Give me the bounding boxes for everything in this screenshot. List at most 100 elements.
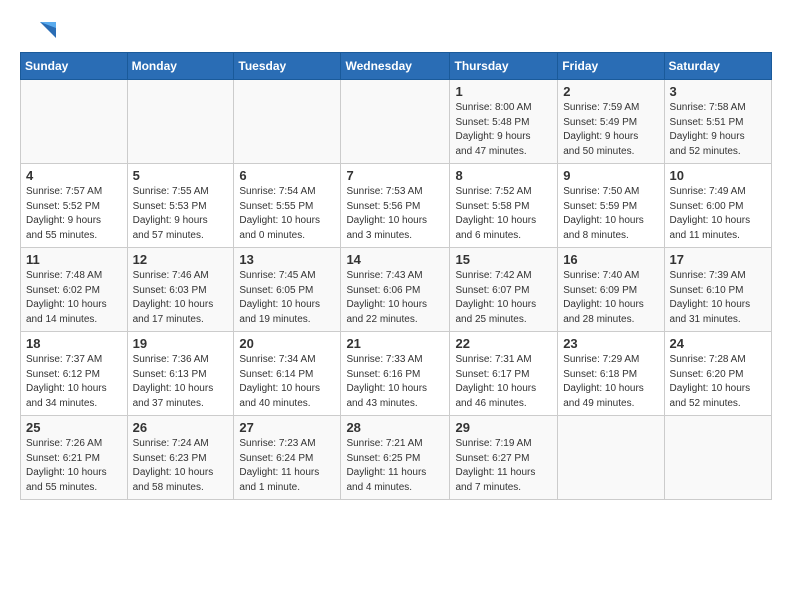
- calendar-cell: 23 Sunrise: 7:29 AMSunset: 6:18 PMDayligh…: [558, 332, 664, 416]
- calendar-cell: 8 Sunrise: 7:52 AMSunset: 5:58 PMDaylight…: [450, 164, 558, 248]
- calendar-week-row: 4 Sunrise: 7:57 AMSunset: 5:52 PMDaylight…: [21, 164, 772, 248]
- day-number: 10: [670, 168, 766, 183]
- calendar-cell: 13 Sunrise: 7:45 AMSunset: 6:05 PMDayligh…: [234, 248, 341, 332]
- day-number: 28: [346, 420, 444, 435]
- calendar-cell: 4 Sunrise: 7:57 AMSunset: 5:52 PMDaylight…: [21, 164, 128, 248]
- day-number: 8: [455, 168, 552, 183]
- calendar-cell: [234, 80, 341, 164]
- day-number: 24: [670, 336, 766, 351]
- day-info: Sunrise: 7:42 AMSunset: 6:07 PMDaylight:…: [455, 269, 552, 327]
- calendar-cell: [558, 416, 664, 500]
- day-number: 13: [239, 252, 335, 267]
- calendar-cell: 2Sunrise: 7:59 AMSunset: 5:49 PMDaylight…: [558, 80, 664, 164]
- day-number: 22: [455, 336, 552, 351]
- calendar-cell: 5 Sunrise: 7:55 AMSunset: 5:53 PMDaylight…: [127, 164, 234, 248]
- day-number: 27: [239, 420, 335, 435]
- calendar-cell: 1 Sunrise: 8:00 AMSunset: 5:48 PMDaylight…: [450, 80, 558, 164]
- day-number: 12: [133, 252, 229, 267]
- calendar-week-row: 11 Sunrise: 7:48 AMSunset: 6:02 PMDayligh…: [21, 248, 772, 332]
- calendar-cell: 14 Sunrise: 7:43 AMSunset: 6:06 PMDayligh…: [341, 248, 450, 332]
- day-info: Sunrise: 7:23 AMSunset: 6:24 PMDaylight:…: [239, 437, 335, 495]
- day-info: Sunrise: 7:48 AMSunset: 6:02 PMDaylight:…: [26, 269, 122, 327]
- day-info: Sunrise: 7:29 AMSunset: 6:18 PMDaylight:…: [563, 353, 658, 411]
- col-header-saturday: Saturday: [664, 53, 771, 80]
- calendar-cell: 3Sunrise: 7:58 AMSunset: 5:51 PMDaylight…: [664, 80, 771, 164]
- day-info: Sunrise: 7:39 AMSunset: 6:10 PMDaylight:…: [670, 269, 766, 327]
- calendar-cell: 11 Sunrise: 7:48 AMSunset: 6:02 PMDayligh…: [21, 248, 128, 332]
- calendar-cell: 9 Sunrise: 7:50 AMSunset: 5:59 PMDaylight…: [558, 164, 664, 248]
- day-number: 25: [26, 420, 122, 435]
- day-info: Sunrise: 8:00 AMSunset: 5:48 PMDaylight:…: [455, 101, 552, 159]
- calendar-cell: 15 Sunrise: 7:42 AMSunset: 6:07 PMDayligh…: [450, 248, 558, 332]
- day-info: Sunrise: 7:34 AMSunset: 6:14 PMDaylight:…: [239, 353, 335, 411]
- day-number: 4: [26, 168, 122, 183]
- calendar-cell: 7 Sunrise: 7:53 AMSunset: 5:56 PMDaylight…: [341, 164, 450, 248]
- calendar-cell: 27 Sunrise: 7:23 AMSunset: 6:24 PMDayligh…: [234, 416, 341, 500]
- logo: [20, 20, 60, 44]
- day-info: Sunrise: 7:52 AMSunset: 5:58 PMDaylight:…: [455, 185, 552, 243]
- day-info: Sunrise: 7:24 AMSunset: 6:23 PMDaylight:…: [133, 437, 229, 495]
- day-number: 23: [563, 336, 658, 351]
- calendar-cell: [21, 80, 128, 164]
- day-info: Sunrise: 7:49 AMSunset: 6:00 PMDaylight:…: [670, 185, 766, 243]
- col-header-thursday: Thursday: [450, 53, 558, 80]
- day-info: Sunrise: 7:45 AMSunset: 6:05 PMDaylight:…: [239, 269, 335, 327]
- day-number: 16: [563, 252, 658, 267]
- day-info: Sunrise: 7:37 AMSunset: 6:12 PMDaylight:…: [26, 353, 122, 411]
- calendar-cell: [664, 416, 771, 500]
- page-header: [20, 16, 772, 44]
- day-number: 6: [239, 168, 335, 183]
- day-number: 15: [455, 252, 552, 267]
- day-info: Sunrise: 7:26 AMSunset: 6:21 PMDaylight:…: [26, 437, 122, 495]
- calendar-cell: 18 Sunrise: 7:37 AMSunset: 6:12 PMDayligh…: [21, 332, 128, 416]
- calendar-cell: 29 Sunrise: 7:19 AMSunset: 6:27 PMDayligh…: [450, 416, 558, 500]
- calendar-cell: 12Sunrise: 7:46 AMSunset: 6:03 PMDayligh…: [127, 248, 234, 332]
- col-header-sunday: Sunday: [21, 53, 128, 80]
- day-info: Sunrise: 7:55 AMSunset: 5:53 PMDaylight:…: [133, 185, 229, 243]
- calendar-week-row: 1 Sunrise: 8:00 AMSunset: 5:48 PMDaylight…: [21, 80, 772, 164]
- col-header-tuesday: Tuesday: [234, 53, 341, 80]
- day-info: Sunrise: 7:33 AMSunset: 6:16 PMDaylight:…: [346, 353, 444, 411]
- day-number: 11: [26, 252, 122, 267]
- col-header-wednesday: Wednesday: [341, 53, 450, 80]
- calendar-cell: 17Sunrise: 7:39 AMSunset: 6:10 PMDayligh…: [664, 248, 771, 332]
- calendar-cell: [341, 80, 450, 164]
- day-info: Sunrise: 7:53 AMSunset: 5:56 PMDaylight:…: [346, 185, 444, 243]
- day-number: 9: [563, 168, 658, 183]
- calendar-cell: 22 Sunrise: 7:31 AMSunset: 6:17 PMDayligh…: [450, 332, 558, 416]
- calendar-cell: 19 Sunrise: 7:36 AMSunset: 6:13 PMDayligh…: [127, 332, 234, 416]
- day-number: 18: [26, 336, 122, 351]
- day-info: Sunrise: 7:59 AMSunset: 5:49 PMDaylight:…: [563, 101, 658, 159]
- calendar-cell: 10 Sunrise: 7:49 AMSunset: 6:00 PMDayligh…: [664, 164, 771, 248]
- calendar-cell: 28 Sunrise: 7:21 AMSunset: 6:25 PMDayligh…: [341, 416, 450, 500]
- day-number: 14: [346, 252, 444, 267]
- calendar-table: SundayMondayTuesdayWednesdayThursdayFrid…: [20, 52, 772, 500]
- calendar-cell: 24 Sunrise: 7:28 AMSunset: 6:20 PMDayligh…: [664, 332, 771, 416]
- calendar-cell: 21 Sunrise: 7:33 AMSunset: 6:16 PMDayligh…: [341, 332, 450, 416]
- day-number: 3: [670, 84, 766, 99]
- day-number: 29: [455, 420, 552, 435]
- day-info: Sunrise: 7:19 AMSunset: 6:27 PMDaylight:…: [455, 437, 552, 495]
- col-header-friday: Friday: [558, 53, 664, 80]
- day-info: Sunrise: 7:36 AMSunset: 6:13 PMDaylight:…: [133, 353, 229, 411]
- day-info: Sunrise: 7:21 AMSunset: 6:25 PMDaylight:…: [346, 437, 444, 495]
- day-info: Sunrise: 7:43 AMSunset: 6:06 PMDaylight:…: [346, 269, 444, 327]
- col-header-monday: Monday: [127, 53, 234, 80]
- logo-icon: [20, 20, 56, 44]
- calendar-cell: [127, 80, 234, 164]
- day-number: 19: [133, 336, 229, 351]
- calendar-cell: 16Sunrise: 7:40 AMSunset: 6:09 PMDayligh…: [558, 248, 664, 332]
- day-info: Sunrise: 7:57 AMSunset: 5:52 PMDaylight:…: [26, 185, 122, 243]
- calendar-cell: 26Sunrise: 7:24 AMSunset: 6:23 PMDayligh…: [127, 416, 234, 500]
- calendar-week-row: 25 Sunrise: 7:26 AMSunset: 6:21 PMDayligh…: [21, 416, 772, 500]
- day-info: Sunrise: 7:50 AMSunset: 5:59 PMDaylight:…: [563, 185, 658, 243]
- day-number: 21: [346, 336, 444, 351]
- calendar-cell: 20Sunrise: 7:34 AMSunset: 6:14 PMDayligh…: [234, 332, 341, 416]
- day-info: Sunrise: 7:28 AMSunset: 6:20 PMDaylight:…: [670, 353, 766, 411]
- day-number: 1: [455, 84, 552, 99]
- calendar-header-row: SundayMondayTuesdayWednesdayThursdayFrid…: [21, 53, 772, 80]
- day-number: 7: [346, 168, 444, 183]
- calendar-cell: 6Sunrise: 7:54 AMSunset: 5:55 PMDaylight…: [234, 164, 341, 248]
- day-info: Sunrise: 7:31 AMSunset: 6:17 PMDaylight:…: [455, 353, 552, 411]
- day-number: 5: [133, 168, 229, 183]
